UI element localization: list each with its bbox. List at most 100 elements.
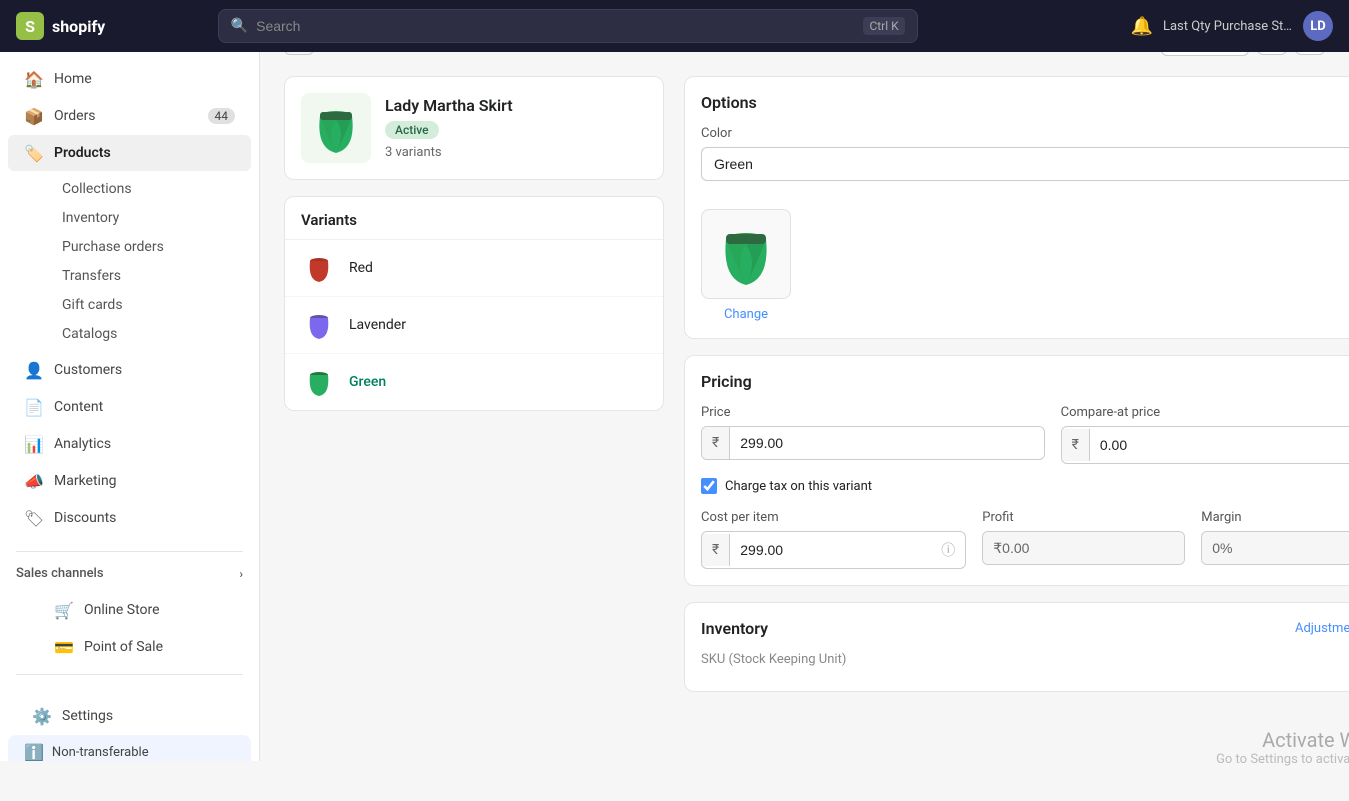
- pricing-card: Pricing Price ₹ Compare-at price: [684, 355, 1349, 586]
- sidebar-content-label: Content: [54, 399, 103, 415]
- sidebar-item-collections[interactable]: Collections: [46, 175, 251, 203]
- topnav-right: 🔔 Last Qty Purchase St... LD: [1131, 11, 1333, 41]
- change-image-link[interactable]: Change: [701, 307, 791, 322]
- compare-price-input[interactable]: [1090, 429, 1349, 461]
- sidebar-item-online-store[interactable]: 🛒 Online Store: [38, 592, 251, 628]
- variant-item-green[interactable]: Green: [285, 354, 663, 410]
- sidebar-divider-1: [16, 551, 243, 552]
- sidebar-sales-channels[interactable]: Sales channels ›: [0, 558, 259, 589]
- price-field: Price ₹: [701, 405, 1045, 464]
- compare-price-label: Compare-at price: [1061, 405, 1349, 420]
- analytics-icon: 📊: [24, 434, 44, 454]
- sidebar-item-home[interactable]: 🏠 Home: [8, 61, 251, 97]
- product-name: Lady Martha Skirt: [385, 96, 647, 115]
- shopify-logo[interactable]: S shopify: [16, 12, 105, 40]
- inventory-header-row: Inventory Adjustment history: [701, 619, 1349, 638]
- left-column: Lady Martha Skirt Active 3 variants Vari…: [284, 76, 664, 777]
- cost-input[interactable]: [730, 534, 931, 566]
- variant-item-lavender[interactable]: Lavender: [285, 297, 663, 354]
- variant-name-lavender: Lavender: [349, 317, 406, 333]
- purchase-orders-label: Purchase orders: [62, 239, 164, 255]
- marketing-icon: 📣: [24, 471, 44, 491]
- variant-thumb-green: [301, 364, 337, 400]
- sidebar-item-customers[interactable]: 👤 Customers: [8, 352, 251, 388]
- sidebar-discounts-label: Discounts: [54, 510, 116, 526]
- inventory-label: Inventory: [62, 210, 119, 226]
- variant-item-red[interactable]: Red: [285, 240, 663, 297]
- sidebar-analytics-label: Analytics: [54, 436, 111, 452]
- shopify-logo-text: shopify: [52, 17, 105, 36]
- color-option-input[interactable]: [701, 147, 1349, 181]
- store-name: Last Qty Purchase St...: [1163, 19, 1293, 34]
- sidebar-item-purchase-orders[interactable]: Purchase orders: [46, 233, 251, 261]
- variant-image-lavender: [303, 309, 335, 341]
- cost-info-icon[interactable]: ⓘ: [931, 532, 965, 568]
- margin-field: Margin: [1201, 510, 1349, 569]
- compare-price-input-wrap: ₹ ⓘ: [1061, 426, 1349, 464]
- orders-icon: 📦: [24, 106, 44, 126]
- tax-checkbox[interactable]: [701, 478, 717, 494]
- search-input[interactable]: [256, 18, 855, 34]
- tax-check-row: Charge tax on this variant: [701, 478, 1349, 494]
- catalogs-label: Catalogs: [62, 326, 117, 342]
- chevron-right-icon: ›: [239, 567, 243, 581]
- sidebar-item-marketing[interactable]: 📣 Marketing: [8, 463, 251, 499]
- inventory-section: Inventory Adjustment history SKU (Stock …: [685, 603, 1349, 691]
- sidebar-item-products[interactable]: 🏷️ Products: [8, 135, 251, 171]
- sidebar-item-analytics[interactable]: 📊 Analytics: [8, 426, 251, 462]
- info-icon: ℹ️: [24, 743, 44, 761]
- sidebar-item-settings[interactable]: ⚙️ Settings: [16, 698, 243, 734]
- gift-cards-label: Gift cards: [62, 297, 123, 313]
- product-variants-count: 3 variants: [385, 145, 647, 160]
- point-of-sale-label: Point of Sale: [84, 639, 163, 655]
- variant-thumb-red: [301, 250, 337, 286]
- profit-label: Profit: [982, 510, 1185, 525]
- cost-currency: ₹: [702, 534, 730, 566]
- search-shortcut: Ctrl K: [863, 17, 904, 35]
- sidebar-products-submenu: Collections Inventory Purchase orders Tr…: [0, 172, 259, 351]
- home-icon: 🏠: [24, 69, 44, 89]
- sidebar-item-transfers[interactable]: Transfers: [46, 262, 251, 290]
- sidebar-marketing-label: Marketing: [54, 473, 117, 489]
- sidebar-item-orders[interactable]: 📦 Orders 44: [8, 98, 251, 134]
- pos-icon: 💳: [54, 637, 74, 657]
- sidebar-item-discounts[interactable]: 🏷 Discounts: [8, 500, 251, 536]
- activate-windows-banner: Activate Windows Go to Settings to activ…: [684, 708, 1349, 777]
- cost-row: Cost per item ₹ ⓘ Profit: [701, 510, 1349, 569]
- avatar[interactable]: LD: [1303, 11, 1333, 41]
- inventory-card: Inventory Adjustment history SKU (Stock …: [684, 602, 1349, 692]
- color-option-label: Color: [701, 126, 1349, 141]
- profit-display: [982, 531, 1185, 565]
- orders-badge: 44: [208, 108, 236, 124]
- variant-image-red: [303, 252, 335, 284]
- sidebar-footer: ⚙️ Settings ℹ️ Non-transferable: [0, 681, 259, 761]
- sidebar-products-label: Products: [54, 145, 111, 161]
- variant-name-red: Red: [349, 260, 373, 276]
- sidebar-item-inventory[interactable]: Inventory: [46, 204, 251, 232]
- margin-label: Margin: [1201, 510, 1349, 525]
- products-icon: 🏷️: [24, 143, 44, 163]
- sidebar-item-point-of-sale[interactable]: 💳 Point of Sale: [38, 629, 251, 665]
- sidebar-item-gift-cards[interactable]: Gift cards: [46, 291, 251, 319]
- sidebar-orders-label: Orders: [54, 108, 96, 124]
- sidebar-main-section: 🏠 Home 📦 Orders 44 🏷️ Products Collectio…: [0, 52, 259, 545]
- right-column: Options Color C: [684, 76, 1349, 777]
- settings-label: Settings: [62, 708, 113, 724]
- notifications-button[interactable]: 🔔: [1131, 16, 1153, 37]
- compare-currency: ₹: [1062, 429, 1090, 461]
- adjustment-history-link[interactable]: Adjustment history: [1295, 621, 1349, 636]
- sidebar: 🏠 Home 📦 Orders 44 🏷️ Products Collectio…: [0, 52, 260, 761]
- price-row: Price ₹ Compare-at price ₹ ⓘ: [701, 405, 1349, 464]
- sidebar-item-content[interactable]: 📄 Content: [8, 389, 251, 425]
- margin-input: [1202, 532, 1349, 564]
- options-card: Options Color C: [684, 76, 1349, 339]
- price-input[interactable]: [730, 427, 1043, 459]
- sidebar-item-catalogs[interactable]: Catalogs: [46, 320, 251, 348]
- status-badge: Active: [385, 121, 439, 139]
- product-thumbnail: [301, 93, 371, 163]
- online-store-label: Online Store: [84, 602, 160, 618]
- content-grid: Lady Martha Skirt Active 3 variants Vari…: [284, 76, 1325, 777]
- sidebar-divider-2: [16, 674, 243, 675]
- sidebar-customers-label: Customers: [54, 362, 122, 378]
- sales-channels-label: Sales channels: [16, 566, 104, 581]
